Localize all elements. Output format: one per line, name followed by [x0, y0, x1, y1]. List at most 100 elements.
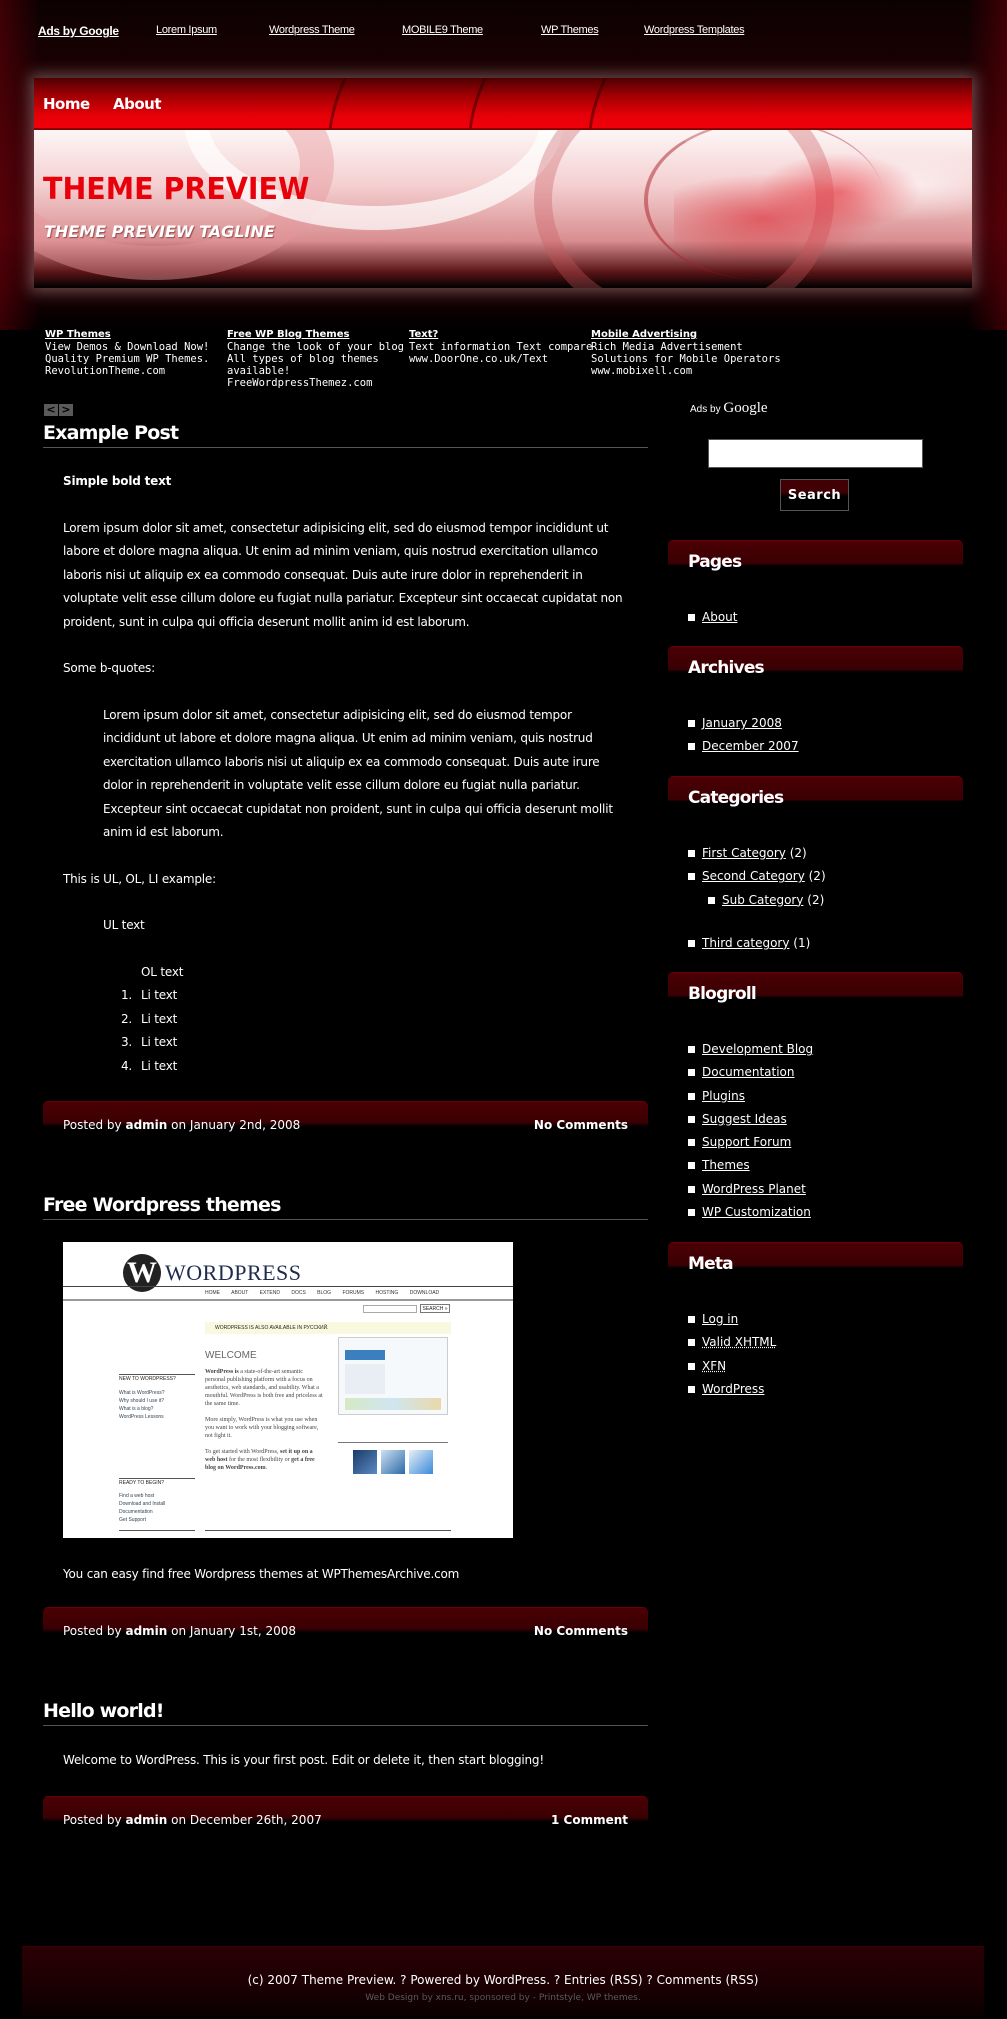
- nav-about[interactable]: About: [113, 95, 162, 113]
- list-item: Support Forum: [688, 1131, 813, 1154]
- text-ad: Text? Text information Text compare www.…: [409, 329, 593, 365]
- site-title[interactable]: THEME PREVIEW: [43, 172, 309, 207]
- list-item: Valid XHTML: [688, 1331, 776, 1354]
- main-navigation: Home About: [34, 78, 972, 130]
- text-ad-line: available!: [227, 365, 291, 377]
- post-title[interactable]: Example Post: [43, 422, 648, 448]
- text-ad-title[interactable]: Mobile Advertising: [591, 329, 773, 341]
- text-ad-url: www.mobixell.com: [591, 365, 693, 377]
- nav-home[interactable]: Home: [43, 95, 90, 113]
- widget-list: Development Blog Documentation Plugins S…: [688, 1038, 813, 1224]
- list-item: Development Blog: [688, 1038, 813, 1061]
- category-link[interactable]: First Category: [702, 846, 786, 860]
- archive-link[interactable]: January 2008: [702, 716, 782, 730]
- google-logo: Google: [723, 400, 768, 416]
- text-ad-line: Text information Text compare: [409, 341, 593, 353]
- widget-list: About: [688, 606, 737, 629]
- xns-link[interactable]: xns.ru: [436, 1993, 464, 2003]
- wp-themes-link[interactable]: WP themes: [587, 1993, 638, 2003]
- blockquote: Lorem ipsum dolor sit amet, consectetur …: [103, 707, 613, 840]
- top-ad-link[interactable]: Wordpress Templates: [644, 24, 745, 36]
- ads-by-google-link[interactable]: Ads by Google: [38, 24, 119, 38]
- category-link[interactable]: Sub Category: [722, 893, 803, 907]
- top-ad-link[interactable]: MOBILE9 Theme: [402, 24, 483, 36]
- post-paragraph: Lorem ipsum dolor sit amet, consectetur …: [63, 520, 623, 629]
- list-item: Sub Category (2): [688, 889, 826, 912]
- footer-copyright: (c) 2007 Theme Preview. ? Powered by Wor…: [247, 1973, 759, 1987]
- page-link-about[interactable]: About: [702, 610, 737, 624]
- list-item: Log in: [688, 1308, 776, 1331]
- footer-comments-rss-link[interactable]: Comments (RSS): [657, 1973, 759, 1987]
- top-ad-link[interactable]: Wordpress Theme: [269, 24, 355, 36]
- category-link[interactable]: Second Category: [702, 869, 805, 883]
- wordpress-link[interactable]: WordPress: [702, 1382, 764, 1396]
- post-image[interactable]: W WORDPRESS HOME ABOUT EXTEND DOCS BLOG …: [63, 1242, 513, 1538]
- divider: [119, 1530, 195, 1531]
- widget-title: Blogroll: [688, 984, 757, 1004]
- post-title[interactable]: Hello world!: [43, 1700, 648, 1726]
- comments-link[interactable]: 1 Comment: [551, 1813, 628, 1827]
- list-item: Second Category (2): [688, 865, 826, 888]
- text-ad: Free WP Blog Themes Change the look of y…: [227, 329, 409, 389]
- blogroll-link[interactable]: WordPress Planet: [702, 1182, 806, 1196]
- category-link[interactable]: Third category: [702, 936, 789, 950]
- search-button[interactable]: Search: [780, 479, 849, 511]
- text-ad-title[interactable]: WP Themes: [45, 329, 227, 341]
- post-paragraph: Some b-quotes:: [63, 661, 155, 675]
- decorative-swoosh: [453, 78, 555, 128]
- top-ad-link[interactable]: Lorem Ipsum: [156, 24, 217, 36]
- list-item: WP Customization: [688, 1201, 813, 1224]
- top-ad-link[interactable]: WP Themes: [541, 24, 599, 36]
- post-paragraph: This is UL, OL, LI example:: [63, 871, 216, 886]
- post-title[interactable]: Free Wordpress themes: [43, 1194, 648, 1220]
- site-footer: (c) 2007 Theme Preview. ? Powered by Wor…: [22, 1946, 984, 2016]
- blogroll-link[interactable]: WP Customization: [702, 1205, 811, 1219]
- xfn-link[interactable]: XFN: [702, 1359, 726, 1373]
- blogroll-link[interactable]: Development Blog: [702, 1042, 813, 1056]
- blogroll-link[interactable]: Suggest Ideas: [702, 1112, 787, 1126]
- screenshot-welcome: WELCOME: [205, 1350, 257, 1361]
- divider: [338, 1442, 448, 1443]
- web-design-link[interactable]: Web Design: [365, 1993, 419, 2003]
- post-body: Welcome to WordPress. This is your first…: [63, 1749, 633, 1773]
- wordpress-themes-link[interactable]: Wordpress themes: [194, 1567, 303, 1581]
- screenshot-side-links: What is WordPress? Why should I use it? Wh…: [119, 1390, 165, 1420]
- login-link[interactable]: Log in: [702, 1312, 738, 1326]
- post-byline: Posted by admin on January 2nd, 2008: [63, 1118, 301, 1132]
- list-item: 2. Li text: [121, 1011, 178, 1026]
- site-header: Home About THEME PREVIEW THEME PREVIEW T…: [34, 78, 972, 288]
- comments-link[interactable]: No Comments: [534, 1624, 628, 1638]
- list-item: December 2007: [688, 735, 799, 758]
- post-body: You can easy find free Wordpress themes …: [63, 1563, 633, 1587]
- footer-wordpress-link[interactable]: WordPress: [484, 1973, 546, 1987]
- valid-xhtml-link[interactable]: Valid XHTML: [702, 1335, 776, 1349]
- text-ad-title[interactable]: Free WP Blog Themes: [227, 329, 409, 341]
- archive-link[interactable]: December 2007: [702, 739, 799, 753]
- blogroll-link[interactable]: Themes: [702, 1158, 750, 1172]
- list-item: WordPress Planet: [688, 1178, 813, 1201]
- blogroll-link[interactable]: Documentation: [702, 1065, 795, 1079]
- post-author: admin: [125, 1813, 168, 1827]
- comments-link[interactable]: No Comments: [534, 1118, 628, 1132]
- text-ad-line: Quality Premium WP Themes.: [45, 353, 210, 365]
- text-ad-line: Change the look of your blog: [227, 341, 405, 353]
- blogroll-link[interactable]: Support Forum: [702, 1135, 791, 1149]
- post-author: admin: [125, 1118, 168, 1132]
- post-meta-bar: Posted by admin on January 1st, 2008 No …: [43, 1607, 648, 1653]
- search-input[interactable]: [708, 439, 923, 468]
- footer-entries-rss-link[interactable]: Entries (RSS): [564, 1973, 643, 1987]
- list-item: 1. Li text: [121, 988, 178, 1002]
- text-ad-line: Rich Media Advertisement: [591, 341, 743, 353]
- widget-list: First Category (2) Second Category (2) S…: [688, 842, 826, 955]
- post-paragraph: Welcome to WordPress. This is your first…: [63, 1753, 544, 1767]
- text-ad: WP Themes View Demos & Download Now! Qua…: [45, 329, 227, 377]
- text-ad-title[interactable]: Text?: [409, 329, 591, 341]
- printstyle-link[interactable]: Printstyle: [539, 1993, 581, 2003]
- divider: [119, 1478, 195, 1479]
- ul-text: UL text: [103, 918, 145, 932]
- top-ad-links: Ads by Google Lorem Ipsum Wordpress Them…: [38, 24, 988, 40]
- blogroll-link[interactable]: Plugins: [702, 1089, 745, 1103]
- previous-post-button[interactable]: <: [44, 404, 58, 416]
- next-post-button[interactable]: >: [59, 404, 73, 416]
- screenshot-nav: HOME ABOUT EXTEND DOCS BLOG FORUMS HOSTI…: [205, 1290, 440, 1296]
